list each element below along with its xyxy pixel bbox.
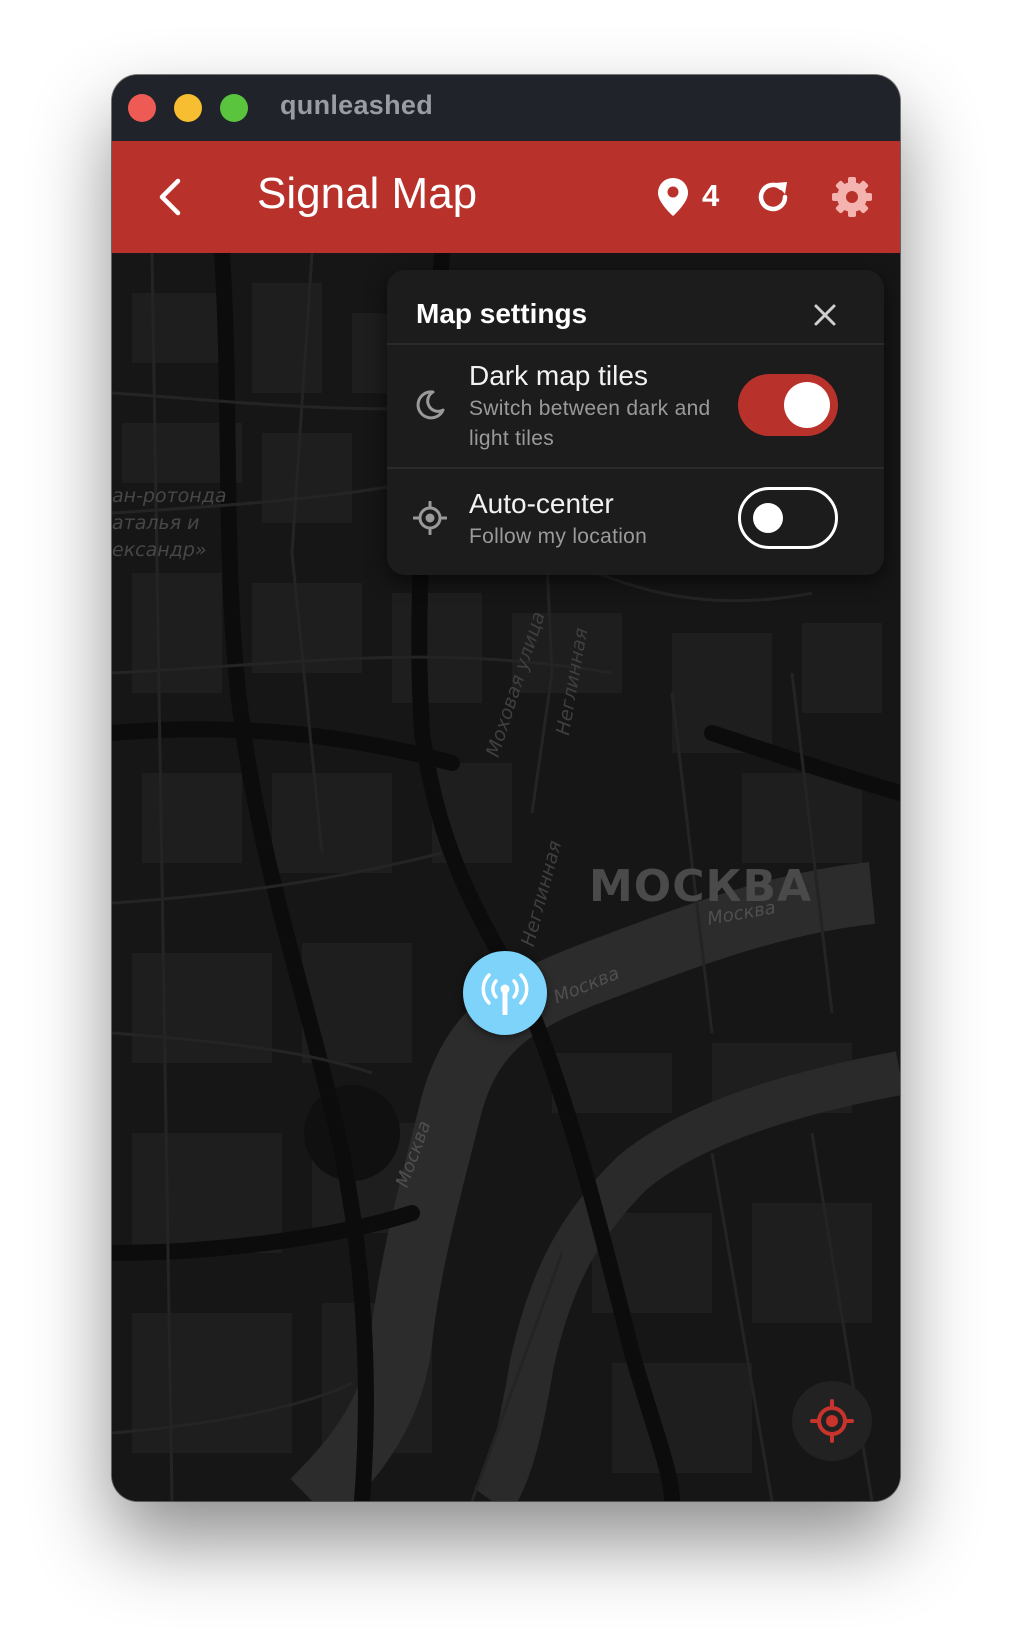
location-target-icon (413, 501, 447, 535)
auto-center-title: Auto-center (469, 488, 614, 519)
toggle-knob (784, 382, 830, 428)
window-title: qunleashed (280, 90, 434, 120)
locate-me-button[interactable] (792, 1381, 872, 1461)
refresh-button[interactable] (752, 176, 794, 218)
panel-divider (387, 343, 884, 345)
app-window: qunleashed Signal Map 4 МОСКВА Москва Мо… (112, 75, 900, 1501)
signal-marker[interactable] (463, 951, 547, 1035)
settings-button[interactable] (830, 175, 874, 219)
pin-count-badge: 4 (702, 178, 720, 213)
chevron-left-icon (159, 178, 181, 216)
close-icon (814, 304, 836, 326)
minimize-window-button[interactable] (174, 94, 202, 122)
crosshair-icon (810, 1399, 854, 1443)
poi-label: ан-ротонда аталья и ександр» (112, 483, 227, 564)
moon-icon (413, 388, 447, 422)
back-button[interactable] (150, 175, 194, 219)
panel-close-button[interactable] (811, 301, 839, 329)
auto-center-toggle[interactable] (738, 487, 838, 549)
cell-tower-icon (481, 973, 529, 1015)
poi-label-line: ександр» (112, 539, 207, 561)
poi-label-line: ан-ротонда (112, 485, 227, 507)
map-pin-icon[interactable] (656, 177, 690, 217)
page-title: Signal Map (257, 169, 478, 218)
map-settings-panel: Map settings Dark map tiles Switch betwe… (387, 270, 884, 575)
dark-tiles-toggle[interactable] (738, 374, 838, 436)
toggle-knob (753, 503, 783, 533)
maximize-window-button[interactable] (220, 94, 248, 122)
dark-tiles-subtitle: Switch between dark and light tiles (469, 397, 711, 450)
gear-icon (832, 177, 872, 217)
panel-divider (387, 467, 884, 469)
window-titlebar: qunleashed (112, 75, 900, 141)
panel-title: Map settings (416, 298, 588, 329)
close-window-button[interactable] (128, 94, 156, 122)
app-bar: Signal Map 4 (112, 141, 900, 253)
poi-label-line: аталья и (112, 512, 200, 534)
city-label: МОСКВА (589, 861, 813, 912)
auto-center-subtitle: Follow my location (469, 525, 648, 548)
refresh-icon (758, 182, 788, 212)
map-view[interactable]: МОСКВА Москва Москва Москва Моховая улиц… (112, 253, 900, 1501)
dark-tiles-title: Dark map tiles (469, 360, 648, 391)
